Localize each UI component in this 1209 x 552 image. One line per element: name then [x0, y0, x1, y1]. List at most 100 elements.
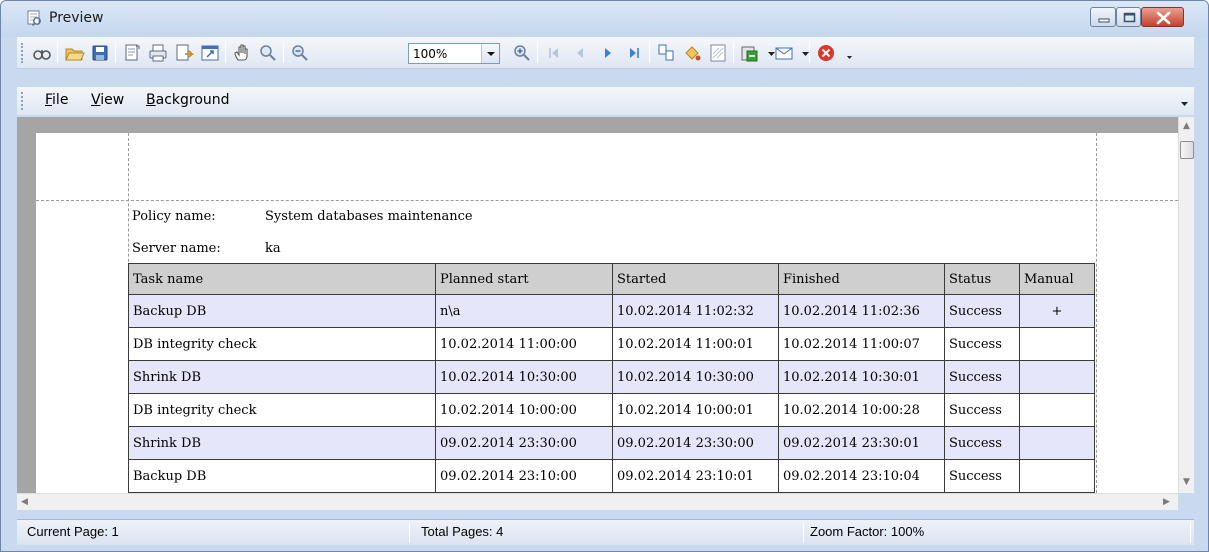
- menubar-overflow-icon[interactable]: [1180, 97, 1190, 112]
- toolbar-separator: [809, 43, 810, 63]
- manual-cell: [1019, 459, 1095, 493]
- started-cell: 09.02.2014 23:30:00: [612, 426, 779, 460]
- scroll-down-arrow-icon[interactable]: ▼: [1183, 477, 1190, 487]
- scroll-up-arrow-icon[interactable]: ▲: [1183, 121, 1190, 131]
- scroll-right-arrow-icon[interactable]: ▶: [1163, 497, 1170, 507]
- current-page-status: Current Page: 1: [27, 524, 119, 539]
- print-icon[interactable]: [147, 42, 169, 64]
- magnifier-icon[interactable]: [257, 42, 279, 64]
- column-header: Finished: [778, 263, 945, 295]
- report-page: Policy name: System databases maintenanc…: [36, 133, 1178, 493]
- toolbar-overflow-icon[interactable]: [839, 42, 852, 64]
- minimize-button[interactable]: [1090, 7, 1116, 27]
- finished-cell: 10.02.2014 11:02:36: [778, 294, 945, 328]
- preview-app-icon: [25, 10, 43, 27]
- menu-view[interactable]: View: [91, 92, 124, 108]
- open-icon[interactable]: [63, 42, 85, 64]
- server-name-value: ka: [265, 241, 281, 256]
- menu-view-hotkey: V: [91, 92, 101, 108]
- column-header: Status: [944, 263, 1020, 295]
- finished-cell: 10.02.2014 11:00:07: [778, 327, 945, 361]
- status-bar: Current Page: 1 Total Pages: 4 Zoom Fact…: [17, 519, 1194, 545]
- toolbar: [17, 37, 1194, 69]
- column-header: Started: [612, 263, 779, 295]
- planned-start-cell: 10.02.2014 10:30:00: [435, 360, 613, 394]
- menu-file[interactable]: File: [45, 92, 68, 108]
- started-cell: 09.02.2014 23:10:01: [612, 459, 779, 493]
- task-name-cell: Shrink DB: [128, 360, 436, 394]
- zoom-out-icon[interactable]: [289, 42, 311, 64]
- close-preview-icon[interactable]: [815, 42, 837, 64]
- started-cell: 10.02.2014 10:30:00: [612, 360, 779, 394]
- export-icon[interactable]: [739, 42, 761, 64]
- menubar-grip[interactable]: [21, 92, 24, 110]
- scroll-left-arrow-icon[interactable]: ◀: [21, 497, 28, 507]
- table-header-row: Task name Planned start Started Finished…: [128, 263, 1095, 295]
- started-cell: 10.02.2014 10:00:01: [612, 393, 779, 427]
- toolbar-separator: [57, 43, 58, 63]
- page-setup-icon[interactable]: [121, 42, 143, 64]
- table-row: Shrink DB 09.02.2014 23:30:00 09.02.2014…: [128, 426, 1095, 460]
- margin-guide-right: [1096, 133, 1097, 493]
- planned-start-cell: 10.02.2014 10:00:00: [435, 393, 613, 427]
- zoom-dropdown-button[interactable]: [481, 44, 499, 63]
- maximize-button[interactable]: [1116, 7, 1141, 27]
- toolbar-separator: [283, 43, 284, 63]
- started-cell: 10.02.2014 11:02:32: [612, 294, 779, 328]
- menu-file-label: ile: [52, 92, 69, 108]
- policy-name-value: System databases maintenance: [265, 209, 473, 224]
- close-button[interactable]: [1141, 7, 1184, 27]
- zoom-input[interactable]: [409, 44, 477, 63]
- toolbar-separator: [115, 43, 116, 63]
- toolbar-separator: [733, 43, 734, 63]
- planned-start-cell: 09.02.2014 23:30:00: [435, 426, 613, 460]
- table-row: Shrink DB 10.02.2014 10:30:00 10.02.2014…: [128, 360, 1095, 394]
- export-dropdown-icon[interactable]: [761, 42, 775, 64]
- menu-background[interactable]: Background: [146, 92, 230, 108]
- menu-bar: File View Background: [17, 87, 1194, 115]
- save-icon[interactable]: [89, 42, 111, 64]
- manual-cell: [1019, 393, 1095, 427]
- status-cell: Success: [944, 459, 1020, 493]
- status-separator: [409, 523, 410, 543]
- background-color-icon[interactable]: [681, 42, 703, 64]
- column-header: Planned start: [435, 263, 613, 295]
- total-pages-status: Total Pages: 4: [421, 524, 504, 539]
- finished-cell: 10.02.2014 10:30:01: [778, 360, 945, 394]
- zoom-in-icon[interactable]: [511, 42, 533, 64]
- toolbar-grip[interactable]: [21, 43, 24, 63]
- multiple-pages-icon[interactable]: [655, 42, 677, 64]
- vertical-scrollbar[interactable]: ▲ ▼: [1178, 117, 1194, 493]
- toolbar-separator: [225, 43, 226, 63]
- watermark-icon[interactable]: [707, 42, 729, 64]
- zoom-combobox[interactable]: [408, 43, 500, 64]
- find-icon[interactable]: [31, 42, 53, 64]
- email-dropdown-icon[interactable]: [795, 42, 809, 64]
- menu-background-hotkey: B: [146, 92, 156, 108]
- manual-cell: [1019, 426, 1095, 460]
- menu-view-label: iew: [100, 92, 125, 108]
- table-row: Backup DB 09.02.2014 23:10:00 09.02.2014…: [128, 459, 1095, 493]
- status-cell: Success: [944, 426, 1020, 460]
- menu-background-label: ackground: [155, 92, 230, 108]
- task-name-cell: DB integrity check: [128, 327, 436, 361]
- column-header: Task name: [128, 263, 436, 295]
- hand-tool-icon[interactable]: [231, 42, 253, 64]
- status-separator: [803, 523, 804, 543]
- planned-start-cell: 10.02.2014 11:00:00: [435, 327, 613, 361]
- preview-viewport[interactable]: Policy name: System databases maintenanc…: [17, 117, 1178, 493]
- first-page-icon[interactable]: [543, 42, 565, 64]
- status-cell: Success: [944, 360, 1020, 394]
- last-page-icon[interactable]: [623, 42, 645, 64]
- print-direct-icon[interactable]: [173, 42, 195, 64]
- planned-start-cell: 09.02.2014 23:10:00: [435, 459, 613, 493]
- horizontal-scrollbar[interactable]: ◀ ▶: [17, 493, 1178, 510]
- vertical-scroll-thumb[interactable]: [1180, 141, 1194, 159]
- preview-window: Preview 100% File View Background Policy…: [0, 0, 1209, 552]
- column-header: Manual: [1019, 263, 1095, 295]
- scale-icon[interactable]: [199, 42, 221, 64]
- next-page-icon[interactable]: [597, 42, 619, 64]
- send-email-icon[interactable]: [773, 42, 795, 64]
- status-cell: Success: [944, 327, 1020, 361]
- previous-page-icon[interactable]: [569, 42, 591, 64]
